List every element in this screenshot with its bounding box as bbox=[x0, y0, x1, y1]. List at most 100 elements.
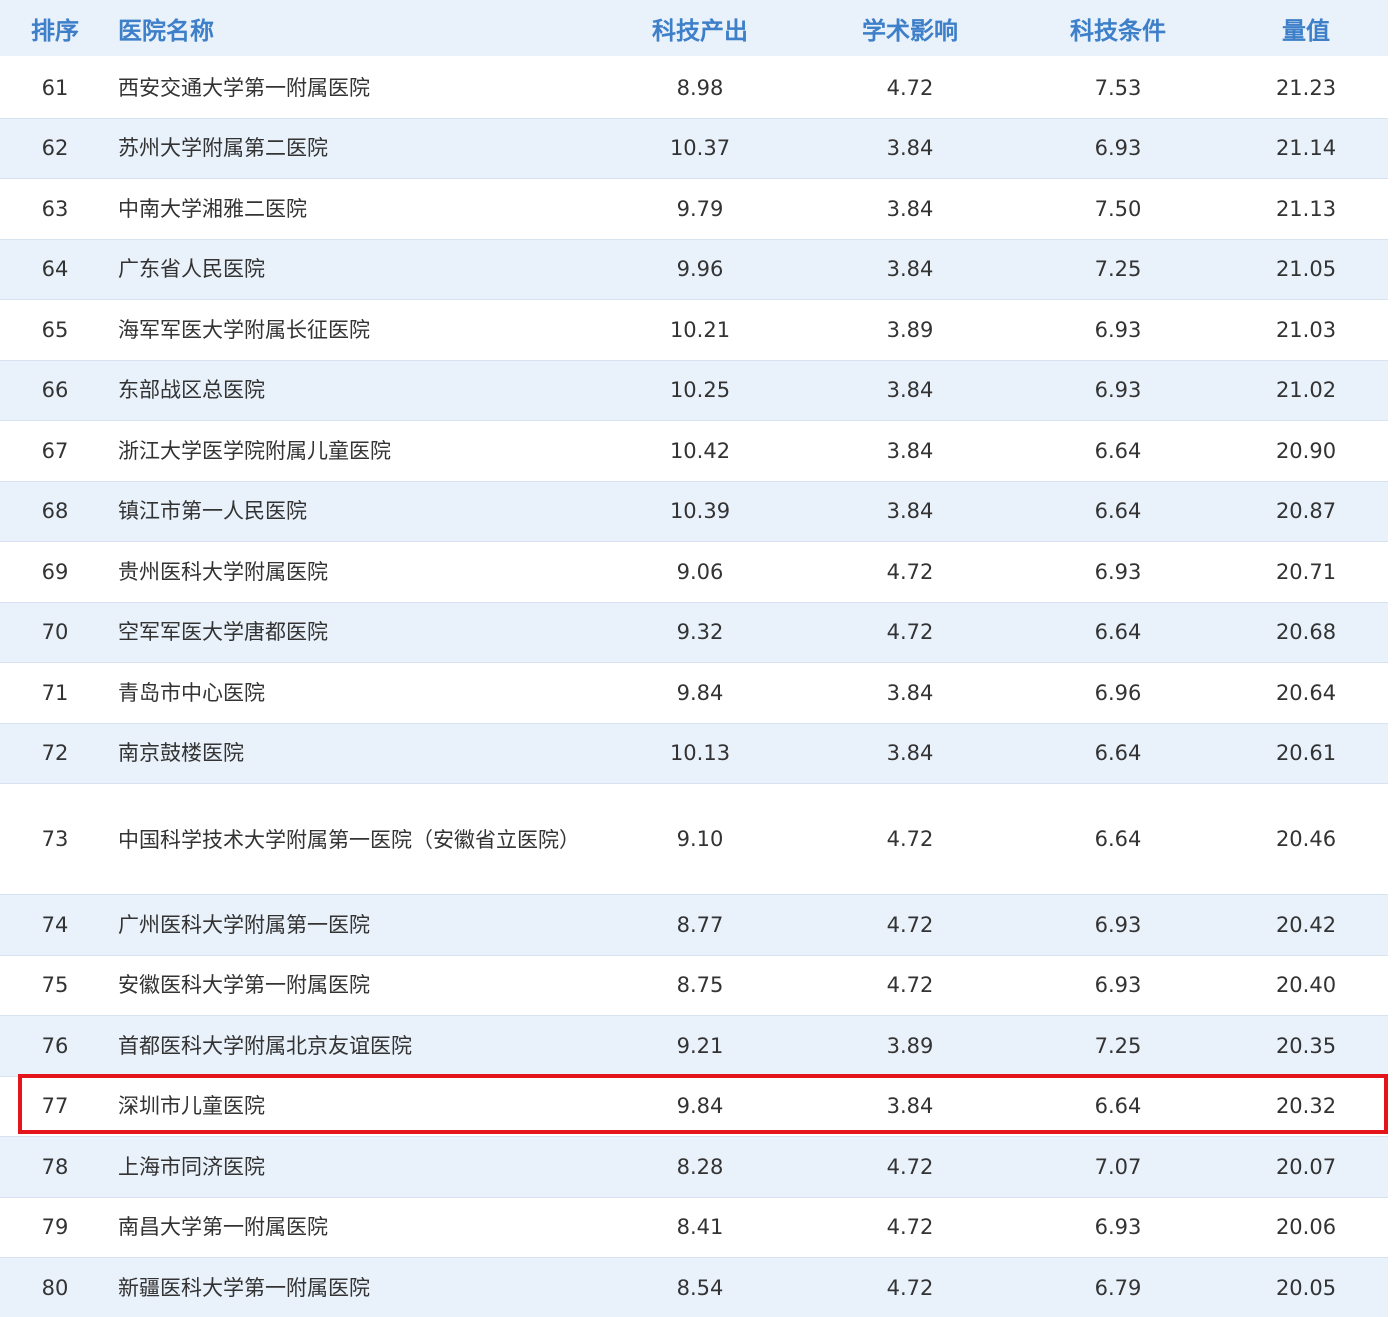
academic-impact-cell: 3.84 bbox=[886, 499, 934, 524]
tech-conditions-cell: 6.93 bbox=[1094, 136, 1142, 161]
hospital-name-cell: 镇江市第一人民医院 bbox=[118, 499, 307, 524]
table-row: 71 青岛市中心医院 9.84 3.84 6.96 20.64 bbox=[0, 663, 1388, 724]
hospital-name-cell: 安徽医科大学第一附属医院 bbox=[118, 973, 370, 998]
value-cell: 20.32 bbox=[1275, 1094, 1337, 1119]
academic-impact-cell: 3.84 bbox=[886, 196, 934, 221]
value-cell: 20.40 bbox=[1275, 973, 1337, 998]
hospital-name-cell: 浙江大学医学院附属儿童医院 bbox=[118, 438, 391, 463]
table-row: 77 深圳市儿童医院 9.84 3.84 6.64 20.32 bbox=[0, 1073, 1388, 1137]
tech-conditions-cell: 6.93 bbox=[1094, 317, 1142, 342]
table-row: 68 镇江市第一人民医院 10.39 3.84 6.64 20.87 bbox=[0, 481, 1388, 542]
tech-conditions-cell: 7.50 bbox=[1094, 196, 1142, 221]
rank-cell: 65 bbox=[41, 317, 69, 342]
value-cell: 20.64 bbox=[1275, 680, 1337, 705]
tech-conditions-cell: 6.93 bbox=[1094, 559, 1142, 584]
hospital-name-cell: 首都医科大学附属北京友谊医院 bbox=[118, 1033, 412, 1058]
tech-output-cell: 8.75 bbox=[676, 973, 724, 998]
tech-output-cell: 9.32 bbox=[676, 620, 724, 645]
rank-cell: 62 bbox=[41, 136, 69, 161]
header-academic-impact: 学术影响 bbox=[862, 16, 958, 45]
value-cell: 20.71 bbox=[1275, 559, 1337, 584]
hospital-name-cell: 新疆医科大学第一附属医院 bbox=[118, 1275, 370, 1300]
hospital-name-cell: 贵州医科大学附属医院 bbox=[118, 559, 328, 584]
table-row: 69 贵州医科大学附属医院 9.06 4.72 6.93 20.71 bbox=[0, 542, 1388, 603]
rank-cell: 66 bbox=[41, 378, 69, 403]
hospital-name-cell: 中国科学技术大学附属第一医院（安徽省立医院） bbox=[118, 828, 580, 852]
tech-output-cell: 8.41 bbox=[676, 1215, 724, 1240]
tech-conditions-cell: 6.64 bbox=[1094, 827, 1142, 851]
hospital-name-cell: 海军军医大学附属长征医院 bbox=[118, 317, 370, 342]
hospital-name-cell: 中南大学湘雅二医院 bbox=[118, 196, 307, 221]
hospital-name-cell: 深圳市儿童医院 bbox=[118, 1094, 265, 1119]
hospital-name-cell: 南昌大学第一附属医院 bbox=[118, 1215, 328, 1240]
hospital-name-cell: 东部战区总医院 bbox=[118, 378, 265, 403]
academic-impact-cell: 3.84 bbox=[886, 680, 934, 705]
academic-impact-cell: 4.72 bbox=[886, 1154, 934, 1179]
value-cell: 20.06 bbox=[1275, 1215, 1337, 1240]
tech-output-cell: 10.42 bbox=[669, 438, 731, 463]
rank-cell: 70 bbox=[41, 620, 69, 645]
header-rank: 排序 bbox=[31, 16, 79, 45]
value-cell: 20.46 bbox=[1275, 827, 1337, 851]
hospital-name-cell: 西安交通大学第一附属医院 bbox=[118, 75, 370, 100]
table-row: 75 安徽医科大学第一附属医院 8.75 4.72 6.93 20.40 bbox=[0, 955, 1388, 1016]
value-cell: 20.90 bbox=[1275, 438, 1337, 463]
value-cell: 20.05 bbox=[1275, 1275, 1337, 1300]
tech-conditions-cell: 7.25 bbox=[1094, 257, 1142, 282]
tech-output-cell: 9.21 bbox=[676, 1033, 724, 1058]
tech-output-cell: 8.98 bbox=[676, 75, 724, 100]
hospital-name-cell: 上海市同济医院 bbox=[118, 1154, 265, 1179]
tech-output-cell: 8.77 bbox=[676, 912, 724, 937]
tech-output-cell: 9.84 bbox=[676, 1094, 724, 1119]
hospital-name-cell: 空军军医大学唐都医院 bbox=[118, 620, 328, 645]
value-cell: 21.05 bbox=[1275, 257, 1337, 282]
table-row: 72 南京鼓楼医院 10.13 3.84 6.64 20.61 bbox=[0, 723, 1388, 784]
tech-conditions-cell: 6.79 bbox=[1094, 1275, 1142, 1300]
header-tech-output: 科技产出 bbox=[652, 16, 748, 45]
value-cell: 21.14 bbox=[1275, 136, 1337, 161]
tech-conditions-cell: 6.64 bbox=[1094, 741, 1142, 766]
rank-cell: 74 bbox=[41, 912, 69, 937]
table-row: 74 广州医科大学附属第一医院 8.77 4.72 6.93 20.42 bbox=[0, 895, 1388, 956]
tech-output-cell: 10.25 bbox=[669, 378, 731, 403]
table-header-row: 排序 医院名称 科技产出 学术影响 科技条件 量值 bbox=[0, 0, 1388, 58]
table-row: 63 中南大学湘雅二医院 9.79 3.84 7.50 21.13 bbox=[0, 179, 1388, 240]
academic-impact-cell: 4.72 bbox=[886, 1215, 934, 1240]
tech-output-cell: 9.79 bbox=[676, 196, 724, 221]
tech-conditions-cell: 6.93 bbox=[1094, 912, 1142, 937]
hospital-name-cell: 苏州大学附属第二医院 bbox=[118, 136, 328, 161]
tech-output-cell: 10.37 bbox=[669, 136, 731, 161]
hospital-name-cell: 南京鼓楼医院 bbox=[118, 741, 244, 766]
hospital-name-cell: 广东省人民医院 bbox=[118, 257, 265, 282]
tech-output-cell: 9.84 bbox=[676, 680, 724, 705]
tech-output-cell: 8.54 bbox=[676, 1275, 724, 1300]
tech-conditions-cell: 6.93 bbox=[1094, 378, 1142, 403]
hospital-name-cell: 广州医科大学附属第一医院 bbox=[118, 912, 370, 937]
rank-cell: 73 bbox=[41, 827, 69, 851]
header-tech-conditions: 科技条件 bbox=[1070, 16, 1166, 45]
academic-impact-cell: 3.84 bbox=[886, 1094, 934, 1119]
value-cell: 21.23 bbox=[1275, 75, 1337, 100]
rank-cell: 77 bbox=[41, 1094, 69, 1119]
tech-conditions-cell: 6.93 bbox=[1094, 1215, 1142, 1240]
tech-output-cell: 8.28 bbox=[676, 1154, 724, 1179]
table-row: 64 广东省人民医院 9.96 3.84 7.25 21.05 bbox=[0, 239, 1388, 300]
header-hospital-name: 医院名称 bbox=[118, 16, 214, 45]
rank-cell: 75 bbox=[41, 973, 69, 998]
rank-cell: 78 bbox=[41, 1154, 69, 1179]
academic-impact-cell: 4.72 bbox=[886, 620, 934, 645]
rank-cell: 80 bbox=[41, 1275, 69, 1300]
tech-conditions-cell: 6.93 bbox=[1094, 973, 1142, 998]
academic-impact-cell: 3.84 bbox=[886, 741, 934, 766]
academic-impact-cell: 4.72 bbox=[886, 559, 934, 584]
academic-impact-cell: 3.84 bbox=[886, 438, 934, 463]
value-cell: 21.02 bbox=[1275, 378, 1337, 403]
academic-impact-cell: 3.89 bbox=[886, 317, 934, 342]
rank-cell: 67 bbox=[41, 438, 69, 463]
hospital-name-cell: 青岛市中心医院 bbox=[118, 680, 265, 705]
academic-impact-cell: 4.72 bbox=[886, 75, 934, 100]
table-row: 67 浙江大学医学院附属儿童医院 10.42 3.84 6.64 20.90 bbox=[0, 421, 1388, 482]
rank-cell: 79 bbox=[41, 1215, 69, 1240]
table-row: 80 新疆医科大学第一附属医院 8.54 4.72 6.79 20.05 bbox=[0, 1258, 1388, 1317]
tech-conditions-cell: 6.64 bbox=[1094, 1094, 1142, 1119]
